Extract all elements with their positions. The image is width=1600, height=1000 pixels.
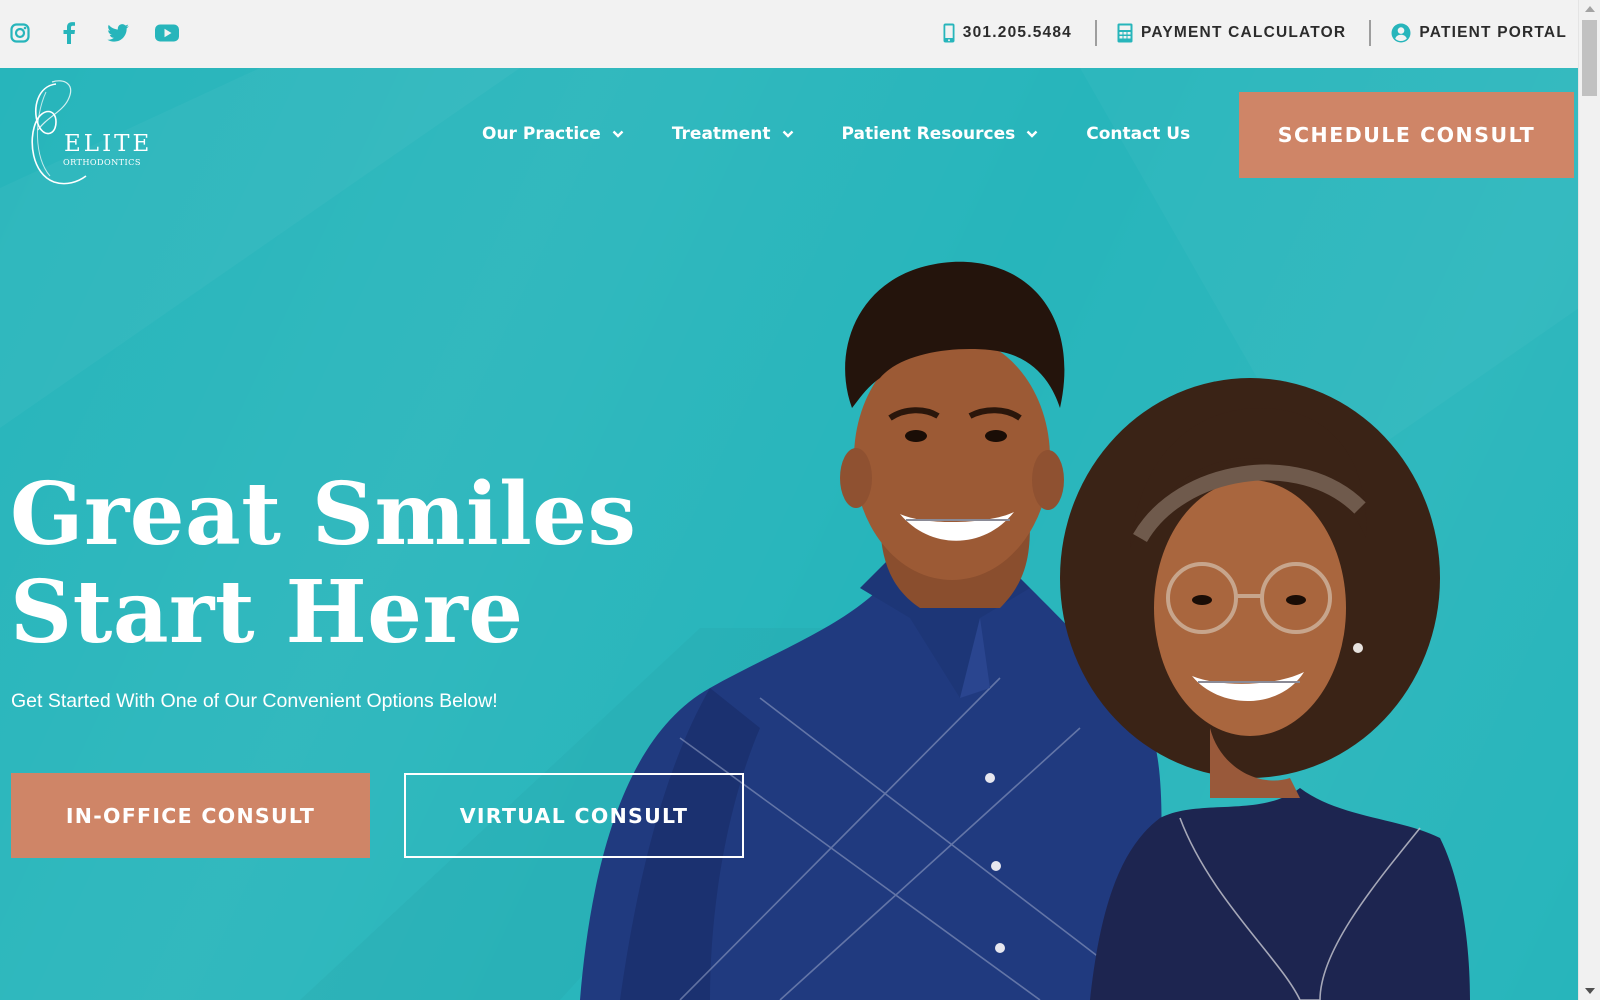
calculator-icon bbox=[1117, 23, 1133, 43]
headline-line-1: Great Smiles bbox=[10, 464, 637, 565]
nav-contact-us[interactable]: Contact Us bbox=[1086, 124, 1190, 144]
logo-wordmark: ELITE bbox=[64, 131, 152, 157]
elite-orthodontics-logo[interactable]: ELITE ORTHODONTICS bbox=[16, 78, 156, 190]
hero-section: ELITE ORTHODONTICS Our Practice Treatmen… bbox=[0, 68, 1579, 1000]
patient-portal-link[interactable]: PATIENT PORTAL bbox=[1391, 23, 1567, 43]
top-utility-bar: 301.205.5484 PAYMENT CALCULATOR PATIENT … bbox=[0, 0, 1579, 68]
facebook-icon[interactable] bbox=[57, 20, 81, 46]
hero-photo-smiling-teens bbox=[580, 261, 1470, 1000]
phone-number: 301.205.5484 bbox=[962, 24, 1072, 41]
chevron-down-icon bbox=[782, 130, 794, 138]
nav-label: Contact Us bbox=[1086, 124, 1191, 144]
logo-subtitle: ORTHODONTICS bbox=[63, 157, 141, 167]
virtual-consult-button[interactable]: VIRTUAL CONSULT bbox=[404, 773, 744, 858]
schedule-consult-button[interactable]: SCHEDULE CONSULT bbox=[1239, 92, 1574, 178]
nav-label: Patient Resources bbox=[841, 124, 1016, 144]
social-links bbox=[8, 20, 204, 46]
utility-divider bbox=[1369, 20, 1372, 46]
chevron-down-icon bbox=[612, 130, 624, 138]
utility-links: 301.205.5484 PAYMENT CALCULATOR PATIENT … bbox=[943, 18, 1567, 48]
hero-subheadline: Get Started With One of Our Convenient O… bbox=[11, 690, 498, 712]
scrollbar-thumb[interactable] bbox=[1582, 20, 1597, 96]
headline-line-2: Start Here bbox=[10, 562, 524, 663]
user-circle-icon bbox=[1391, 23, 1411, 43]
nav-our-practice[interactable]: Our Practice bbox=[482, 124, 624, 144]
nav-patient-resources[interactable]: Patient Resources bbox=[842, 124, 1039, 144]
patient-portal-label: PATIENT PORTAL bbox=[1419, 24, 1567, 41]
payment-calculator-label: PAYMENT CALCULATOR bbox=[1141, 24, 1347, 41]
nav-label: Treatment bbox=[671, 124, 771, 144]
scroll-up-arrow-icon[interactable] bbox=[1585, 6, 1595, 12]
scroll-down-arrow-icon[interactable] bbox=[1585, 988, 1595, 994]
youtube-icon[interactable] bbox=[155, 20, 179, 46]
instagram-icon[interactable] bbox=[8, 20, 32, 46]
chevron-down-icon bbox=[1026, 130, 1038, 138]
utility-divider bbox=[1095, 20, 1097, 46]
hero-headline: Great Smiles Start Here bbox=[10, 466, 670, 662]
phone-link[interactable]: 301.205.5484 bbox=[943, 23, 1072, 43]
twitter-icon[interactable] bbox=[106, 20, 130, 46]
in-office-consult-button[interactable]: IN-OFFICE CONSULT bbox=[11, 773, 370, 858]
nav-treatment[interactable]: Treatment bbox=[672, 124, 794, 144]
nav-label: Our Practice bbox=[482, 124, 601, 144]
payment-calculator-link[interactable]: PAYMENT CALCULATOR bbox=[1117, 23, 1346, 43]
page-scrollbar[interactable] bbox=[1578, 0, 1600, 1000]
main-navigation: Our Practice Treatment Patient Resources… bbox=[482, 124, 1238, 144]
mobile-phone-icon bbox=[943, 23, 955, 43]
